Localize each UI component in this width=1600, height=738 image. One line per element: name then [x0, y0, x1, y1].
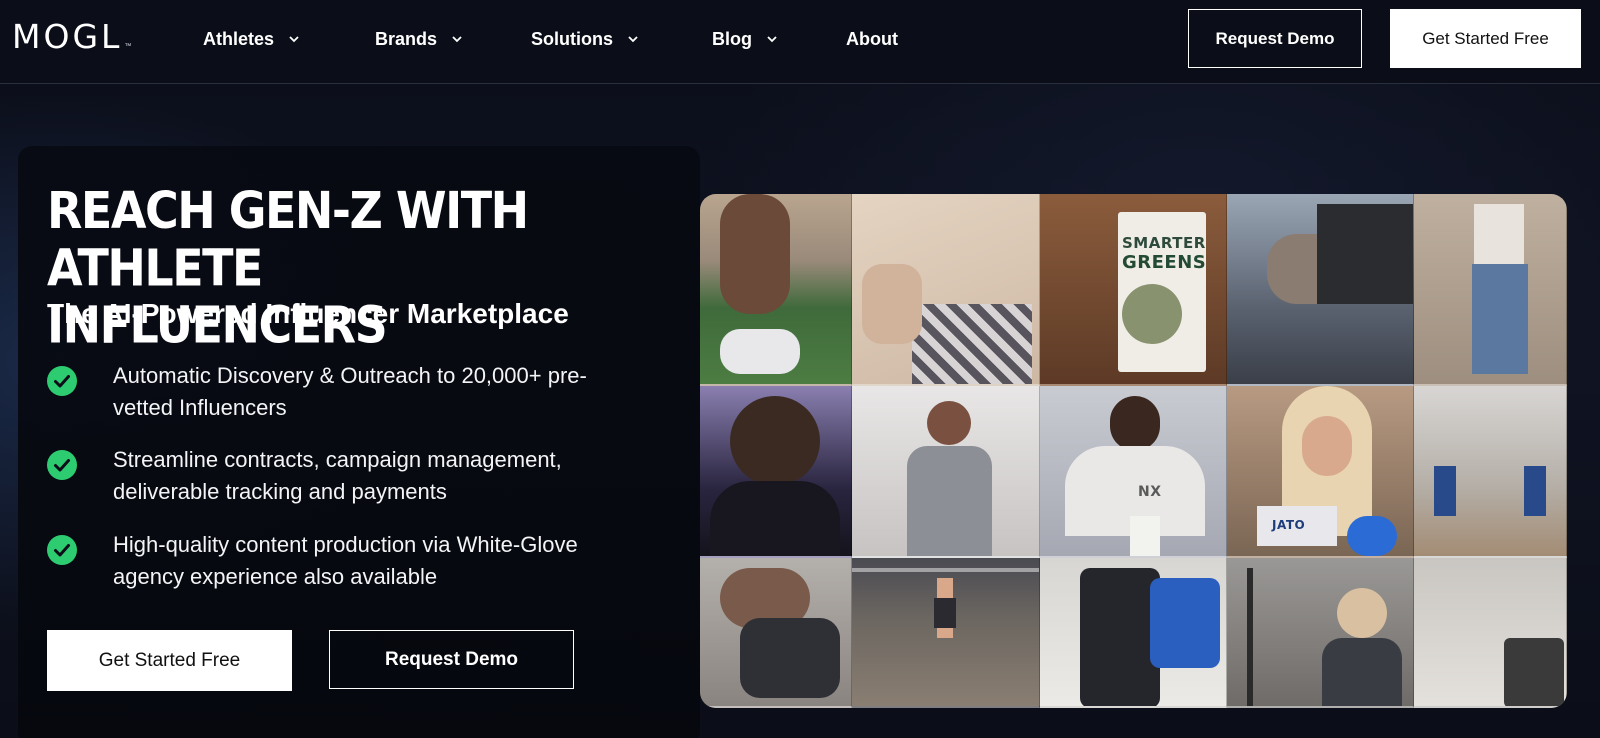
feature-item: Automatic Discovery & Outreach to 20,000…	[47, 360, 667, 424]
nav-item-blog[interactable]: Blog	[712, 26, 778, 52]
chevron-down-icon	[289, 36, 299, 43]
collage-tile-bedroom	[852, 194, 1040, 386]
nav-item-label: About	[846, 28, 898, 49]
product-label: GREENS	[1122, 252, 1207, 273]
collage-tile-product-jar	[1414, 558, 1567, 708]
nav-item-label: Solutions	[531, 28, 613, 49]
logo-trademark: ™	[124, 43, 132, 50]
nav-item-label: Blog	[712, 28, 752, 49]
logo-text: MOGL	[12, 17, 123, 56]
headline-line-1: REACH GEN-Z WITH	[47, 180, 529, 241]
nav-item-solutions[interactable]: Solutions	[531, 26, 639, 52]
check-circle-icon	[47, 366, 77, 396]
collage-tile-athlete-hoodie	[852, 386, 1040, 558]
product-pack-text: JATO	[1272, 518, 1306, 532]
hero-subheading: The AI-Powered Influencer Marketplace	[47, 298, 569, 329]
collage-tile-athlete-braids	[700, 386, 852, 558]
hero-get-started-free-button[interactable]: Get Started Free	[47, 630, 292, 691]
feature-text: Automatic Discovery & Outreach to 20,000…	[113, 363, 587, 420]
collage-tile-athlete-blonde: JATO	[1227, 386, 1414, 558]
collage-tile-gym-hall	[1414, 386, 1567, 558]
nav-item-brands[interactable]: Brands	[375, 26, 463, 52]
get-started-free-button[interactable]: Get Started Free	[1390, 9, 1581, 68]
product-label: SMARTER	[1122, 234, 1206, 252]
jersey-text: NX	[1138, 484, 1162, 500]
collage-tile-gym-hands	[1227, 194, 1414, 386]
nav-item-label: Brands	[375, 28, 438, 49]
collage-tile-athlete-backpack	[1040, 558, 1227, 708]
hero-request-demo-button[interactable]: Request Demo	[329, 630, 574, 689]
top-navbar: MOGL ™ Athletes Brands Solutions Blog Ab…	[0, 0, 1600, 84]
check-circle-icon	[47, 535, 77, 565]
mogl-logo[interactable]: MOGL ™	[12, 20, 131, 54]
feature-item: Streamline contracts, campaign managemen…	[47, 444, 667, 508]
collage-tile-gym-jump	[852, 558, 1040, 708]
nav-item-athletes[interactable]: Athletes	[203, 26, 300, 52]
feature-text: Streamline contracts, campaign managemen…	[113, 447, 562, 504]
request-demo-button[interactable]: Request Demo	[1188, 9, 1362, 68]
nav-item-label: Athletes	[203, 28, 275, 49]
collage-tile-football-field	[700, 194, 852, 386]
athlete-content-collage: SMARTER GREENS NX JATO	[700, 194, 1567, 708]
chevron-down-icon	[767, 36, 777, 43]
collage-tile-athlete-supplement: NX	[1040, 386, 1227, 558]
collage-tile-locker	[1414, 194, 1567, 386]
collage-tile-athlete-weights	[1227, 558, 1414, 708]
feature-text: High-quality content production via Whit…	[113, 532, 578, 589]
check-circle-icon	[47, 450, 77, 480]
collage-tile-product-greens: SMARTER GREENS	[1040, 194, 1227, 386]
feature-item: High-quality content production via Whit…	[47, 529, 667, 593]
chevron-down-icon	[628, 36, 638, 43]
nav-item-about[interactable]: About	[846, 26, 898, 52]
collage-tile-athlete-stretch	[700, 558, 852, 708]
chevron-down-icon	[452, 36, 462, 43]
